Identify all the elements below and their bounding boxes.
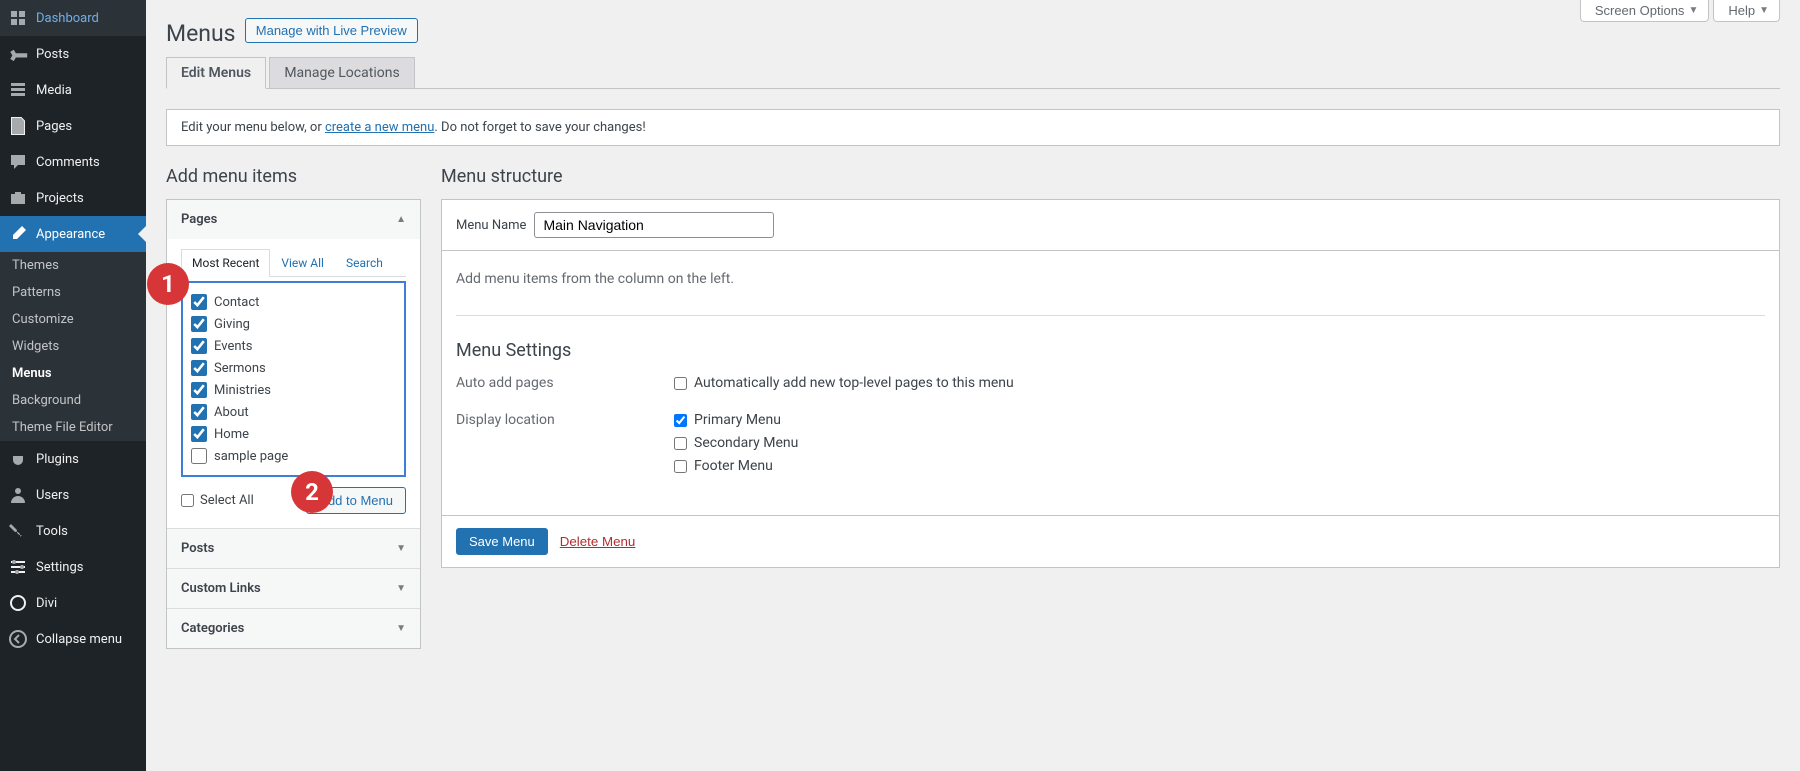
sidebar-item-appearance[interactable]: Appearance [0,216,146,252]
portfolio-icon [8,188,28,208]
edit-notice: Edit your menu below, or create a new me… [166,109,1780,146]
media-icon [8,80,28,100]
page-item[interactable]: Events [191,335,396,357]
appearance-submenu: ThemesPatternsCustomizeWidgetsMenusBackg… [0,252,146,441]
accordion-categories[interactable]: Categories▼ [167,609,420,648]
inner-tab-most-recent[interactable]: Most Recent [181,249,270,277]
sidebar-item-plugins[interactable]: Plugins [0,441,146,477]
page-checkbox[interactable] [191,426,207,442]
collapse-menu[interactable]: Collapse menu [0,621,146,657]
annotation-1: 1 [147,263,189,305]
sidebar-item-dashboard[interactable]: Dashboard [0,0,146,36]
circle-icon [8,593,28,613]
page-item[interactable]: Contact [191,291,396,313]
menu-tabs: Edit Menus Manage Locations [166,57,1780,89]
location-primary-menu[interactable]: Primary Menu [674,412,798,428]
page-checkbox[interactable] [191,316,207,332]
collapse-label: Collapse menu [36,632,122,647]
page-icon [8,116,28,136]
sidebar-item-users[interactable]: Users [0,477,146,513]
page-item[interactable]: Sermons [191,357,396,379]
page-checkbox[interactable] [191,448,207,464]
sidebar-item-media[interactable]: Media [0,72,146,108]
submenu-themes[interactable]: Themes [0,252,146,279]
select-all-checkbox[interactable]: Select All [181,493,254,508]
delete-menu-link[interactable]: Delete Menu [560,534,636,549]
location-footer-menu[interactable]: Footer Menu [674,458,798,474]
page-checkbox[interactable] [191,338,207,354]
page-checkbox[interactable] [191,382,207,398]
accordion-pages[interactable]: Pages▲ [167,200,420,239]
location-secondary-menu[interactable]: Secondary Menu [674,435,798,451]
structure-heading: Menu structure [441,166,1780,187]
main-content: Screen Options▼ Help▼ Menus Manage with … [146,0,1800,771]
accordion-custom-links[interactable]: Custom Links▼ [167,569,420,608]
help-button[interactable]: Help▼ [1713,0,1780,22]
collapse-icon [8,629,28,649]
chevron-down-icon: ▼ [1688,5,1698,16]
page-checkbox[interactable] [191,404,207,420]
page-title: Menus [166,20,236,47]
triangle-up-icon: ▲ [396,214,406,225]
sidebar-item-posts[interactable]: Posts [0,36,146,72]
wrench-icon [8,521,28,541]
admin-sidebar: DashboardPostsMediaPagesCommentsProjects… [0,0,146,771]
plug-icon [8,449,28,469]
menu-structure-panel: Menu Name Add menu items from the column… [441,199,1780,568]
screen-options-button[interactable]: Screen Options▼ [1580,0,1710,22]
dashboard-icon [8,8,28,28]
manage-live-preview-button[interactable]: Manage with Live Preview [245,18,418,43]
page-item[interactable]: Giving [191,313,396,335]
page-item[interactable]: sample page [191,445,396,467]
submenu-patterns[interactable]: Patterns [0,279,146,306]
sidebar-item-comments[interactable]: Comments [0,144,146,180]
submenu-customize[interactable]: Customize [0,306,146,333]
sidebar-item-tools[interactable]: Tools [0,513,146,549]
triangle-down-icon: ▼ [396,623,406,634]
menu-name-label: Menu Name [456,218,526,233]
comment-icon [8,152,28,172]
accordion-posts[interactable]: Posts▼ [167,529,420,568]
page-item[interactable]: Home [191,423,396,445]
sidebar-item-divi[interactable]: Divi [0,585,146,621]
empty-menu-placeholder: Add menu items from the column on the le… [456,271,1765,287]
auto-add-checkbox[interactable]: Automatically add new top-level pages to… [674,375,1014,391]
page-checkbox[interactable] [191,294,207,310]
menu-item-sources: Pages▲ 1 Most RecentView AllSearch Conta… [166,199,421,649]
menu-name-input[interactable] [534,212,774,238]
tab-manage-locations[interactable]: Manage Locations [269,57,414,88]
page-item[interactable]: About [191,401,396,423]
annotation-2: 2 [291,471,333,513]
sidebar-item-settings[interactable]: Settings [0,549,146,585]
pages-list-highlighted: ContactGivingEventsSermonsMinistriesAbou… [181,281,406,477]
inner-tab-view-all[interactable]: View All [270,249,335,276]
tab-edit-menus[interactable]: Edit Menus [166,57,266,89]
sidebar-item-pages[interactable]: Pages [0,108,146,144]
sidebar-item-projects[interactable]: Projects [0,180,146,216]
auto-add-label: Auto add pages [456,375,674,398]
add-items-heading: Add menu items [166,166,421,187]
brush-icon [8,224,28,244]
submenu-widgets[interactable]: Widgets [0,333,146,360]
submenu-background[interactable]: Background [0,387,146,414]
chevron-down-icon: ▼ [1759,5,1769,16]
save-menu-button[interactable]: Save Menu [456,528,548,555]
page-checkbox[interactable] [191,360,207,376]
create-menu-link[interactable]: create a new menu [325,120,434,135]
menu-settings-heading: Menu Settings [456,315,1765,361]
submenu-theme-file-editor[interactable]: Theme File Editor [0,414,146,441]
submenu-menus[interactable]: Menus [0,360,146,387]
sliders-icon [8,557,28,577]
pin-icon [8,44,28,64]
inner-tab-search[interactable]: Search [335,249,394,276]
user-icon [8,485,28,505]
triangle-down-icon: ▼ [396,583,406,594]
page-item[interactable]: Ministries [191,379,396,401]
display-location-label: Display location [456,412,674,481]
triangle-down-icon: ▼ [396,543,406,554]
